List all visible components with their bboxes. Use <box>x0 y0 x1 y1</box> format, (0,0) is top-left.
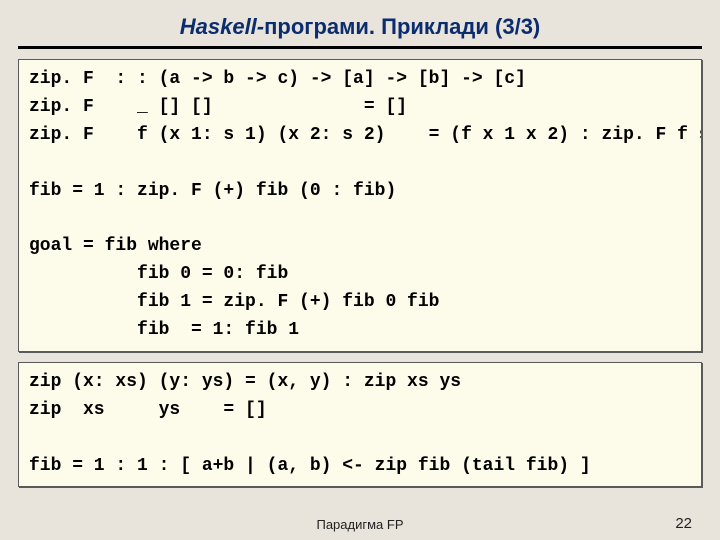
slide: Haskell-програми. Приклади (3/3) zip. F … <box>0 0 720 540</box>
title-italic: Haskell- <box>180 14 264 39</box>
footer-text: Парадигма FP <box>0 517 720 532</box>
code-box-2: zip (x: xs) (y: ys) = (x, y) : zip xs ys… <box>18 362 702 488</box>
page-number: 22 <box>675 515 692 532</box>
title-underline <box>18 46 702 49</box>
code-box-1: zip. F : : (a -> b -> c) -> [a] -> [b] -… <box>18 59 702 352</box>
slide-title: Haskell-програми. Приклади (3/3) <box>18 14 702 40</box>
title-rest: програми. Приклади (3/3) <box>264 14 540 39</box>
